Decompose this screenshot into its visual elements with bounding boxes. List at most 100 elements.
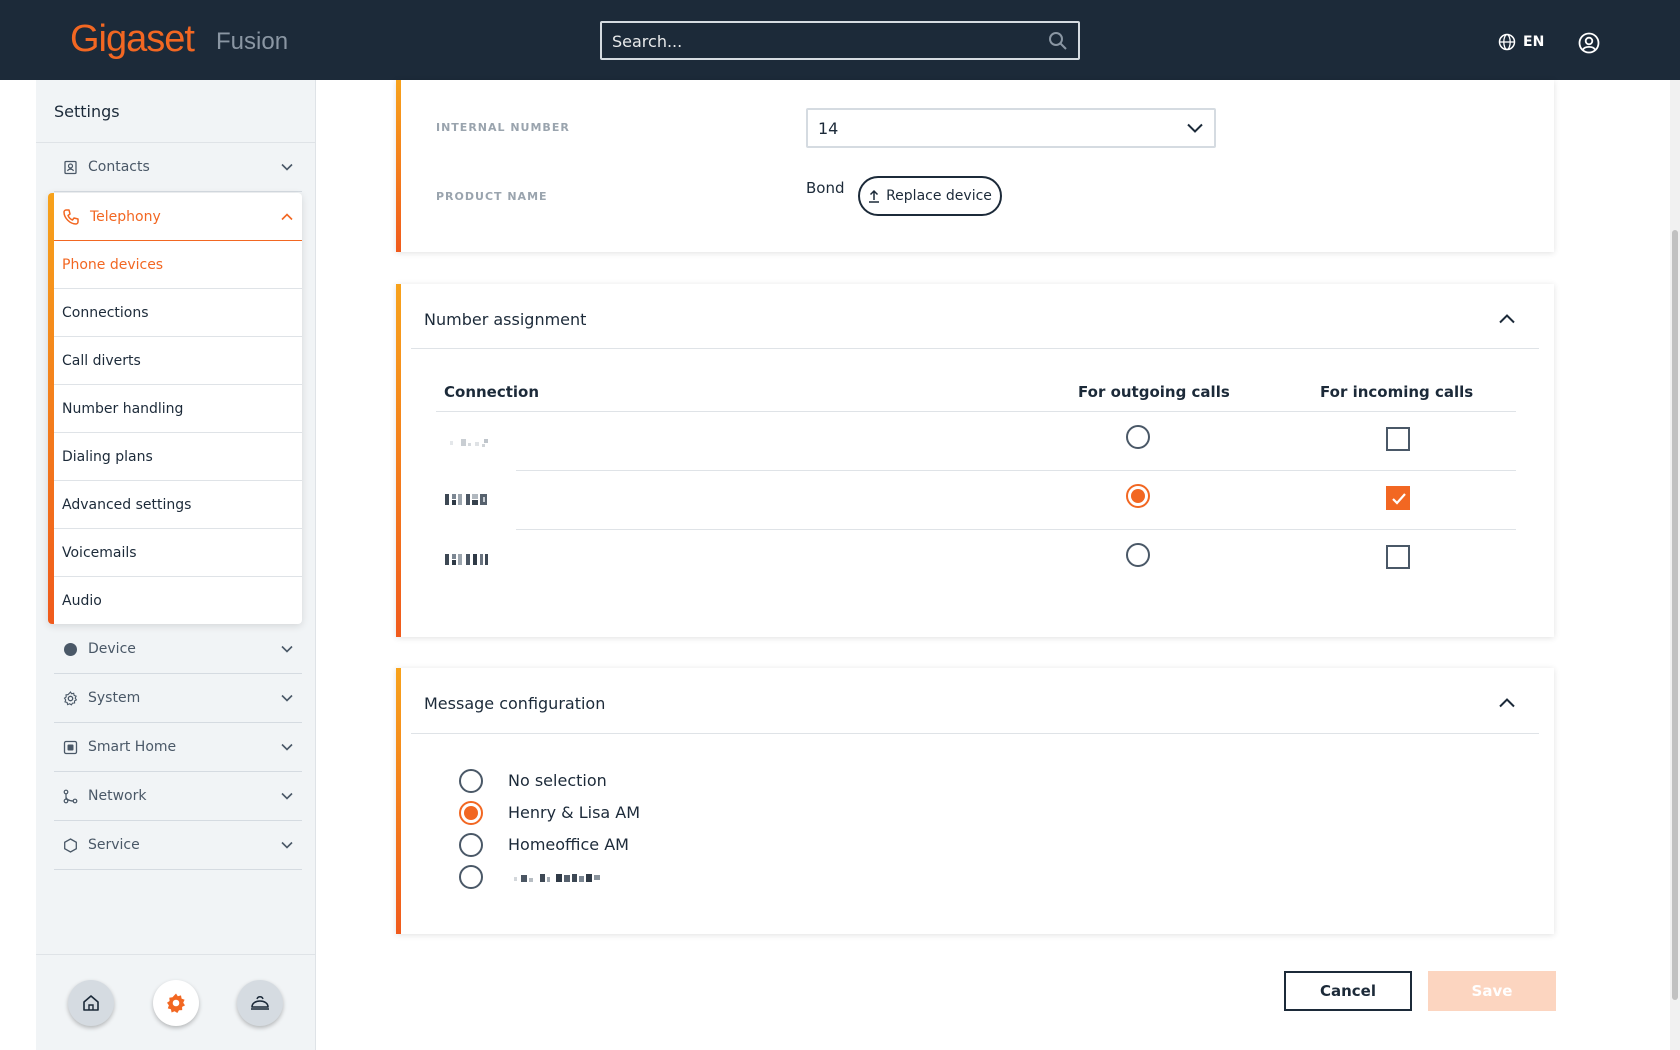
- service-icon: [62, 837, 78, 853]
- message-configuration-card: Message configuration No selection Henry…: [396, 668, 1554, 934]
- divider: [516, 470, 1516, 471]
- internal-number-select[interactable]: 14: [806, 108, 1216, 148]
- page-scrollbar[interactable]: [1670, 80, 1680, 1050]
- accent-bar: [396, 284, 401, 637]
- gear-icon: [62, 690, 78, 706]
- sidebar-subitem-connections[interactable]: Connections: [54, 289, 302, 337]
- product-name: Fusion: [216, 28, 289, 55]
- replace-device-button[interactable]: Replace device: [858, 176, 1002, 216]
- sidebar-item-smart-home[interactable]: Smart Home: [54, 723, 302, 772]
- language-selector[interactable]: EN: [1498, 33, 1544, 51]
- chevron-down-icon: [1187, 123, 1203, 133]
- divider: [516, 529, 1516, 530]
- scrollbar-thumb[interactable]: [1672, 230, 1678, 1000]
- phone-icon: [62, 208, 80, 226]
- language-label: EN: [1523, 34, 1545, 50]
- chevron-down-icon: [281, 792, 293, 800]
- sidebar-item-service[interactable]: Service: [54, 821, 302, 870]
- home-icon: [83, 995, 99, 1011]
- smart-hub-icon: [251, 996, 269, 1010]
- sidebar-item-label: Contacts: [88, 159, 150, 175]
- outgoing-radio[interactable]: [1126, 543, 1150, 567]
- chevron-down-icon: [281, 841, 293, 849]
- sidebar-subitem-audio[interactable]: Audio: [54, 577, 302, 624]
- chevron-down-icon: [281, 743, 293, 751]
- settings-button[interactable]: [153, 980, 199, 1026]
- accent-bar: [396, 668, 401, 934]
- sidebar-item-label: System: [88, 690, 141, 706]
- save-button[interactable]: Save: [1428, 971, 1556, 1011]
- divider: [411, 733, 1539, 734]
- chevron-up-icon[interactable]: [1498, 312, 1516, 326]
- search-box: [600, 21, 1080, 60]
- column-header-outgoing: For outgoing calls: [1078, 383, 1230, 401]
- brand-logo[interactable]: Gigaset: [70, 18, 195, 61]
- chevron-up-icon[interactable]: [1498, 696, 1516, 710]
- smart-hub-button[interactable]: [237, 980, 283, 1026]
- sidebar-item-label: Service: [88, 837, 140, 853]
- product-name-value: Bond: [806, 179, 845, 197]
- message-option-radio[interactable]: [459, 769, 483, 793]
- search-input[interactable]: [612, 29, 1012, 53]
- internal-number-value: 14: [818, 118, 839, 138]
- sidebar-item-label: Device: [88, 641, 136, 657]
- divider: [36, 954, 315, 955]
- address-book-icon: [62, 159, 78, 175]
- message-option-label: Homeoffice AM: [508, 835, 629, 854]
- device-icon: [62, 641, 78, 657]
- sidebar-subitem-dialing-plans[interactable]: Dialing plans: [54, 433, 302, 481]
- sidebar-subitem-advanced-settings[interactable]: Advanced settings: [54, 481, 302, 529]
- message-option-label: Henry & Lisa AM: [508, 803, 641, 822]
- top-bar: Gigaset Fusion EN: [0, 0, 1680, 80]
- home-button[interactable]: [68, 980, 114, 1026]
- connection-redacted: [445, 554, 488, 565]
- chevron-down-icon: [281, 163, 293, 171]
- sidebar-subitem-phone-devices[interactable]: Phone devices: [54, 241, 302, 289]
- user-account-icon[interactable]: [1578, 32, 1600, 54]
- sidebar-subitem-voicemails[interactable]: Voicemails: [54, 529, 302, 577]
- section-title: Number assignment: [424, 310, 587, 329]
- sidebar-item-telephony[interactable]: Telephony: [54, 193, 302, 241]
- sidebar-item-label: Smart Home: [88, 739, 177, 755]
- incoming-checkbox[interactable]: [1386, 427, 1410, 451]
- connection-redacted: [445, 494, 487, 505]
- sidebar-item-network[interactable]: Network: [54, 772, 302, 821]
- network-icon: [62, 788, 78, 804]
- sidebar-item-device[interactable]: Device: [54, 625, 302, 674]
- upload-icon: [869, 189, 880, 203]
- settings-icon: [167, 993, 185, 1013]
- sidebar-item-contacts[interactable]: Contacts: [54, 143, 302, 192]
- sidebar-subitem-number-handling[interactable]: Number handling: [54, 385, 302, 433]
- section-title: Message configuration: [424, 694, 606, 713]
- message-option-radio[interactable]: [459, 833, 483, 857]
- divider: [411, 348, 1539, 349]
- chevron-down-icon: [281, 694, 293, 702]
- sidebar-item-label: Network: [88, 788, 147, 804]
- message-option-radio[interactable]: [459, 865, 483, 889]
- cancel-button[interactable]: Cancel: [1284, 971, 1412, 1011]
- device-info-card: INTERNAL NUMBER 14 PRODUCT NAME Bond Rep…: [396, 80, 1554, 252]
- globe-icon: [1498, 33, 1516, 51]
- incoming-checkbox[interactable]: [1386, 545, 1410, 569]
- message-option-radio[interactable]: [459, 801, 483, 825]
- number-assignment-card: Number assignment Connection For outgoin…: [396, 284, 1554, 637]
- telephony-panel: Telephony Phone devices Connections Call…: [48, 193, 302, 624]
- chevron-down-icon: [281, 645, 293, 653]
- outgoing-radio[interactable]: [1126, 484, 1150, 508]
- outgoing-radio[interactable]: [1126, 425, 1150, 449]
- message-option-redacted: [514, 874, 600, 882]
- message-option-label: No selection: [508, 771, 607, 790]
- sidebar-item-system[interactable]: System: [54, 674, 302, 723]
- product-name-label: PRODUCT NAME: [436, 190, 548, 203]
- connection-redacted: [450, 439, 488, 447]
- sidebar-subitem-call-diverts[interactable]: Call diverts: [54, 337, 302, 385]
- search-icon[interactable]: [1048, 31, 1068, 51]
- accent-bar: [396, 80, 401, 252]
- settings-sidebar: Settings Contacts Telephony Phone device…: [36, 80, 316, 1050]
- column-header-incoming: For incoming calls: [1320, 383, 1474, 401]
- sidebar-item-label: Telephony: [90, 208, 161, 225]
- divider: [436, 411, 1516, 412]
- incoming-checkbox[interactable]: [1386, 486, 1410, 510]
- replace-device-label: Replace device: [886, 188, 992, 204]
- internal-number-label: INTERNAL NUMBER: [436, 121, 570, 134]
